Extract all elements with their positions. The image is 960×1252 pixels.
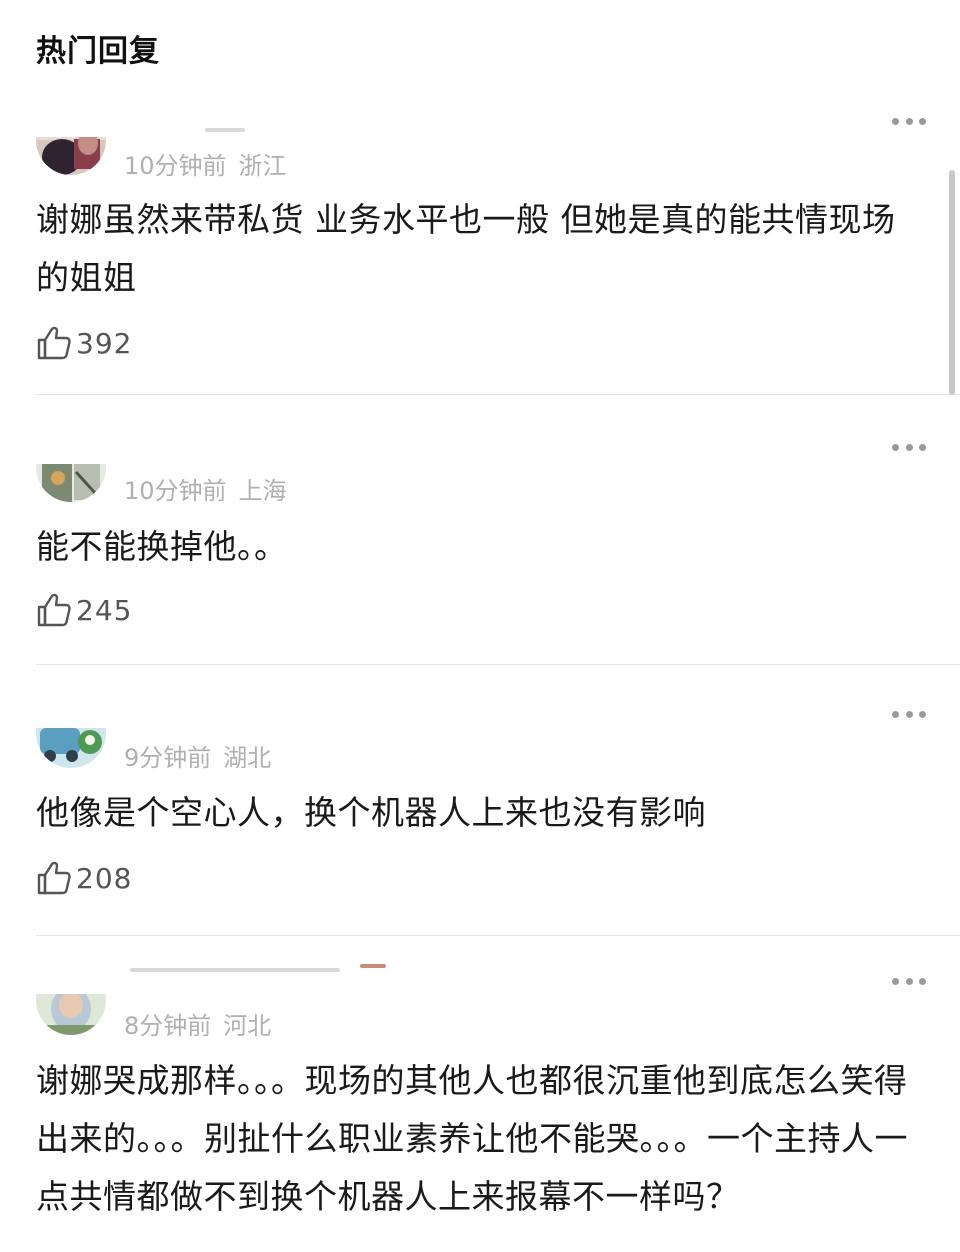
comment-location: 浙江	[238, 152, 287, 180]
scrollbar-thumb[interactable]	[949, 170, 955, 395]
like-count: 245	[76, 593, 133, 627]
avatar-crop-mask	[0, 690, 960, 728]
comment-text: 能不能换掉他。。	[36, 527, 288, 566]
comment-text: 谢娜虽然来带私货 业务水平也一般 但她是真的能共情现场的姐姐	[36, 200, 896, 297]
like-button[interactable]: 392	[36, 323, 132, 363]
thumbs-up-icon	[37, 861, 71, 895]
comment-location: 湖北	[223, 744, 272, 772]
comment-time: 9分钟前	[124, 744, 212, 772]
thumbs-up-icon	[37, 326, 71, 360]
comment-time: 10分钟前	[124, 152, 227, 180]
username-fragment	[130, 968, 340, 972]
comment-time: 8分钟前	[124, 1012, 212, 1040]
comment-time: 10分钟前	[124, 477, 227, 505]
comment-divider	[36, 664, 960, 665]
comment-meta: 8分钟前 河北	[124, 1006, 271, 1041]
avatar-crop-mask	[0, 958, 960, 994]
comment-meta: 10分钟前 上海	[124, 471, 287, 506]
comment-meta: 9分钟前 湖北	[124, 738, 271, 773]
username-fragment	[205, 128, 245, 132]
comment-location: 上海	[238, 477, 287, 505]
more-dots-icon[interactable]	[892, 976, 926, 986]
comment-text: 谢娜哭成那样。。。现场的其他人也都很沉重他到底怎么笑得出来的。。。别扯什么职业素…	[36, 1061, 908, 1216]
like-button[interactable]: 208	[36, 858, 132, 898]
avatar-crop-mask	[0, 420, 960, 464]
more-dots-icon[interactable]	[892, 709, 926, 719]
comment-divider	[36, 394, 960, 395]
comment-meta: 10分钟前 浙江	[124, 146, 287, 181]
like-count: 392	[76, 326, 133, 360]
comment-location: 河北	[223, 1012, 272, 1040]
more-dots-icon[interactable]	[892, 116, 926, 126]
username-fragment	[360, 964, 386, 968]
like-button[interactable]: 245	[36, 590, 132, 630]
comment-divider	[36, 935, 960, 936]
avatar-crop-mask	[0, 95, 960, 137]
comment-text: 他像是个空心人，换个机器人上来也没有影响	[36, 793, 706, 832]
hot-replies-page: 热门回复 10分钟前 浙江 谢娜虽然来带私货 业务水平也一般 但她是真的能共情现场…	[0, 0, 960, 1252]
more-dots-icon[interactable]	[892, 442, 926, 452]
section-title: 热门回复	[36, 34, 160, 69]
thumbs-up-icon	[37, 593, 71, 627]
like-count: 208	[76, 861, 133, 895]
